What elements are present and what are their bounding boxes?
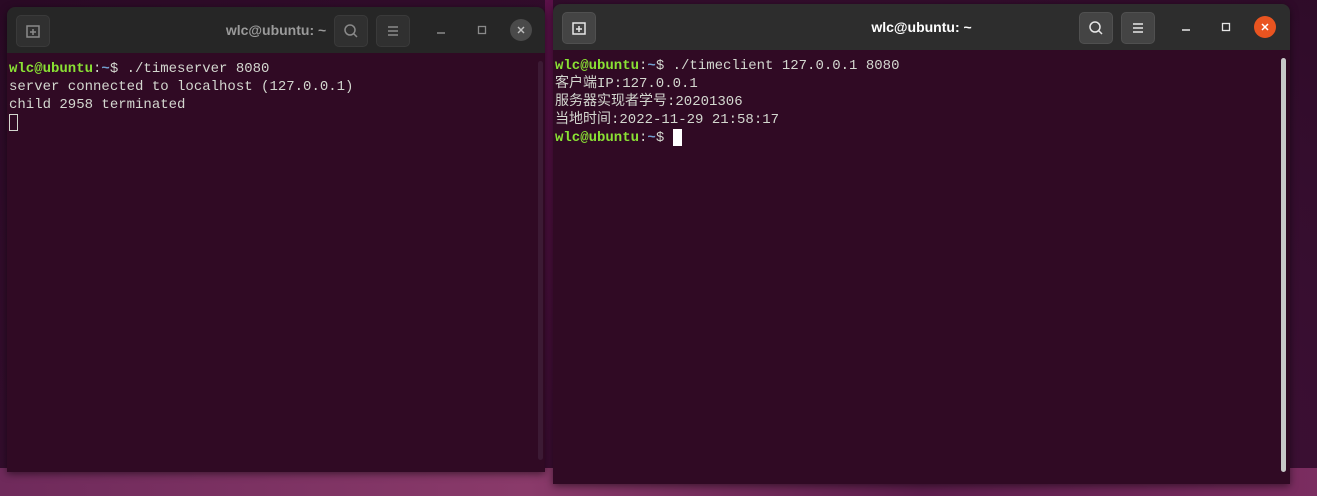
new-tab-icon (572, 22, 586, 35)
menu-button[interactable] (376, 15, 410, 47)
search-icon (1089, 21, 1103, 35)
terminal-cursor (672, 129, 682, 146)
output-line: 服务器实现者学号:20201306 (555, 94, 743, 110)
prompt-path: ~ (101, 61, 110, 77)
prompt-path: ~ (647, 58, 656, 74)
command-text: $ ./timeclient 127.0.0.1 8080 (655, 58, 900, 74)
search-button[interactable] (1079, 12, 1113, 44)
window-title: wlc@ubuntu: ~ (871, 19, 972, 35)
prompt-line: wlc@ubuntu:~$ (555, 129, 1290, 147)
new-tab-icon (26, 25, 40, 38)
terminal-output[interactable]: wlc@ubuntu:~$ ./timeclient 127.0.0.1 808… (553, 50, 1290, 484)
maximize-button[interactable] (1215, 16, 1237, 38)
minimize-icon (437, 32, 445, 34)
scrollbar[interactable] (1281, 58, 1286, 472)
prompt-user: wlc@ubuntu (9, 61, 94, 77)
maximize-icon (1221, 22, 1231, 32)
title-bar[interactable]: wlc@ubuntu: ~ (7, 7, 545, 53)
prompt-user: wlc@ubuntu (555, 130, 640, 146)
search-button[interactable] (334, 15, 368, 47)
close-button[interactable] (510, 19, 532, 41)
maximize-icon (477, 25, 487, 35)
maximize-button[interactable] (471, 19, 493, 41)
window-title: wlc@ubuntu: ~ (225, 22, 327, 38)
command-text: $ (655, 130, 673, 146)
minimize-icon (1182, 29, 1190, 31)
menu-button[interactable] (1121, 12, 1155, 44)
search-icon (344, 24, 358, 38)
terminal-window-server[interactable]: wlc@ubuntu: ~ wlc@ubuntu:~$ ./timeserver… (7, 7, 545, 472)
prompt-line: wlc@ubuntu:~$ ./timeserver 8080 (9, 60, 545, 78)
minimize-button[interactable] (1175, 16, 1197, 38)
new-tab-button[interactable] (562, 12, 596, 44)
output-line: 当地时间:2022-11-29 21:58:17 (555, 112, 780, 128)
terminal-cursor (9, 114, 18, 131)
title-bar[interactable]: wlc@ubuntu: ~ (553, 4, 1290, 50)
hamburger-menu-icon (1133, 23, 1143, 33)
hamburger-menu-icon (388, 26, 398, 36)
close-button[interactable] (1254, 16, 1276, 38)
output-line: 客户端IP:127.0.0.1 (555, 76, 698, 92)
desktop-background (545, 0, 553, 496)
prompt-path: ~ (647, 130, 656, 146)
output-line: server connected to localhost (127.0.0.1… (9, 79, 354, 95)
terminal-output[interactable]: wlc@ubuntu:~$ ./timeserver 8080 server c… (7, 53, 545, 472)
terminal-window-client[interactable]: wlc@ubuntu: ~ wlc@ubuntu:~$ ./timeclient… (553, 4, 1290, 484)
command-text: $ ./timeserver 8080 (109, 61, 270, 77)
output-line: child 2958 terminated (9, 97, 186, 113)
prompt-line: wlc@ubuntu:~$ ./timeclient 127.0.0.1 808… (555, 57, 1290, 75)
close-icon (517, 26, 525, 34)
minimize-button[interactable] (430, 19, 452, 41)
new-tab-button[interactable] (16, 15, 50, 47)
close-icon (1261, 23, 1269, 31)
scrollbar[interactable] (538, 61, 543, 460)
prompt-user: wlc@ubuntu (555, 58, 640, 74)
